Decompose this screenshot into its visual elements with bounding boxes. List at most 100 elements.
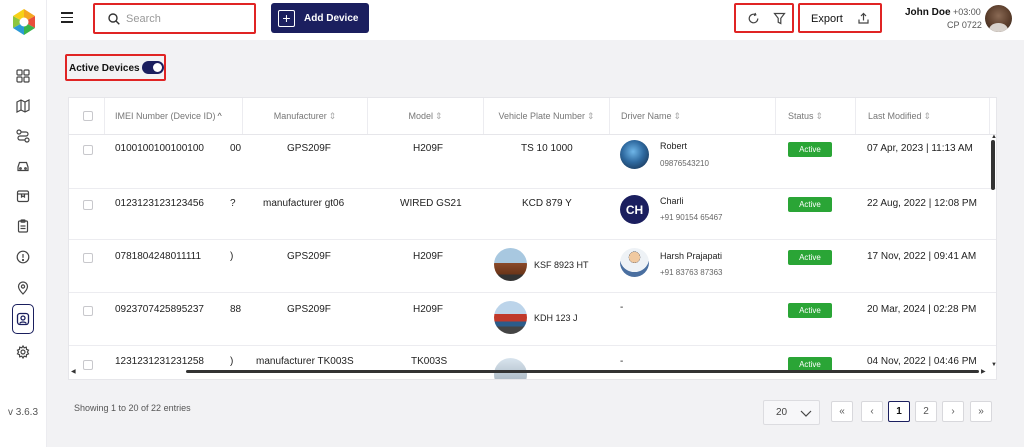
manufacturer-cell: manufacturer TK003S <box>256 356 354 367</box>
driver-name: - <box>620 302 624 313</box>
status-badge: Active <box>788 197 832 212</box>
vehicle-icon[interactable] <box>14 157 32 175</box>
user-code: CP 0722 <box>947 20 982 30</box>
driver-avatar <box>620 248 649 277</box>
vertical-scrollbar[interactable] <box>991 140 995 190</box>
row-checkbox[interactable] <box>83 253 93 263</box>
add-device-button[interactable]: + Add Device <box>271 3 369 33</box>
plus-icon: + <box>278 9 295 27</box>
column-header-driver[interactable]: Driver Name ⇕ <box>610 98 776 134</box>
driver-avatar <box>620 140 649 169</box>
table-row[interactable]: 0100100100100100 00 GPS209F H209F TS 10 … <box>69 135 996 189</box>
last-modified-cell: 17 Nov, 2022 | 09:41 AM <box>867 251 977 262</box>
driver-phone: 09876543210 <box>660 159 709 168</box>
clipped-cell: ) <box>230 251 234 262</box>
imei-cell: 1231231231231258 <box>115 356 204 367</box>
table-row[interactable]: 0123123123123456 ? manufacturer gt06 WIR… <box>69 186 996 240</box>
active-devices-label: Active Devices <box>69 63 140 74</box>
clipped-cell: ? <box>230 198 236 209</box>
refresh-icon[interactable] <box>747 12 760 25</box>
column-header-model[interactable]: Model ⇕ <box>368 98 484 134</box>
vehicle-image <box>494 301 527 334</box>
page-size-select[interactable]: 20 <box>763 400 820 425</box>
table-row[interactable]: 1231231231231258 ) manufacturer TK003S T… <box>69 346 996 379</box>
filter-icon[interactable] <box>773 12 786 25</box>
column-header-plate[interactable]: Vehicle Plate Number ⇕ <box>484 98 610 134</box>
last-modified-cell: 22 Aug, 2022 | 12:08 PM <box>867 198 977 209</box>
select-all-checkbox[interactable] <box>83 111 93 121</box>
status-badge: Active <box>788 303 832 318</box>
column-header-label: Model <box>408 111 433 121</box>
model-cell: H209F <box>413 143 444 154</box>
device-user-icon[interactable] <box>14 310 32 328</box>
row-checkbox[interactable] <box>83 360 93 370</box>
row-checkbox[interactable] <box>83 306 93 316</box>
horizontal-scrollbar[interactable] <box>186 370 979 373</box>
page-button-2[interactable]: 2 <box>915 401 937 422</box>
last-page-icon[interactable]: » <box>970 401 992 422</box>
search-placeholder: Search <box>126 13 161 25</box>
clipped-cell: 88 <box>230 304 242 315</box>
status-badge: Active <box>788 250 832 265</box>
column-header-status[interactable]: Status ⇕ <box>776 98 856 134</box>
prev-page-icon[interactable]: ‹ <box>861 401 883 422</box>
table-row[interactable]: 0923707425895237 88 GPS209F H209F KDH 12… <box>69 292 996 346</box>
export-label: Export <box>811 13 843 25</box>
active-devices-toggle[interactable] <box>142 61 164 74</box>
column-header-label: Manufacturer <box>273 111 327 121</box>
user-name: John Doe <box>905 7 951 18</box>
plate-cell: KCD 879 Y <box>522 198 572 209</box>
header-checkbox-cell <box>69 98 105 134</box>
column-header-manufacturer[interactable]: Manufacturer ⇕ <box>243 98 368 134</box>
row-checkbox[interactable] <box>83 145 93 155</box>
manufacturer-cell: manufacturer gt06 <box>263 198 345 209</box>
last-modified-cell: 07 Apr, 2023 | 11:13 AM <box>867 143 973 154</box>
next-page-icon[interactable]: › <box>942 401 964 422</box>
imei-cell: 0123123123123456 <box>115 198 204 209</box>
clipboard-icon[interactable] <box>14 217 32 235</box>
clipped-cell: 00 <box>230 143 242 154</box>
driver-name: - <box>620 356 624 367</box>
manufacturer-cell: GPS209F <box>287 304 331 315</box>
row-checkbox[interactable] <box>83 200 93 210</box>
column-header-imei[interactable]: IMEI Number (Device ID) ^ <box>105 98 243 134</box>
dashboard-icon[interactable] <box>14 67 32 85</box>
last-modified-cell: 20 Mar, 2024 | 02:28 PM <box>867 304 977 315</box>
last-modified-cell: 04 Nov, 2022 | 04:46 PM <box>867 356 977 367</box>
scroll-down-icon[interactable]: ▼ <box>991 362 996 368</box>
first-page-icon[interactable]: « <box>831 401 853 422</box>
column-header-label: Vehicle Plate Number <box>498 111 585 121</box>
table-row[interactable]: 0781804248011111 ) GPS209F H209F KSF 892… <box>69 239 996 293</box>
menu-icon[interactable] <box>61 12 73 23</box>
column-header-last-modified[interactable]: Last Modified ⇕ <box>856 98 990 134</box>
export-button[interactable]: Export <box>798 3 882 33</box>
imei-cell: 0923707425895237 <box>115 304 204 315</box>
vehicle-image <box>494 358 527 379</box>
page-button-1[interactable]: 1 <box>888 401 910 422</box>
plate-cell: TS 10 1000 <box>521 143 573 154</box>
alert-icon[interactable] <box>14 248 32 266</box>
location-pin-icon[interactable] <box>14 279 32 297</box>
user-avatar[interactable] <box>985 5 1012 32</box>
app-logo-icon[interactable] <box>9 7 39 37</box>
devices-table: IMEI Number (Device ID) ^ Manufacturer ⇕ M… <box>68 97 997 380</box>
column-header-label: Driver Name <box>621 111 672 121</box>
model-cell: H209F <box>413 251 444 262</box>
clipped-cell: ) <box>230 356 234 367</box>
box-icon[interactable] <box>14 187 32 205</box>
active-devices-filter: Active Devices <box>65 54 166 81</box>
search-input[interactable]: Search <box>93 3 256 34</box>
vehicle-image <box>494 248 527 281</box>
sidebar: v 3.6.3 <box>0 0 47 447</box>
settings-icon[interactable] <box>14 343 32 361</box>
scroll-right-icon[interactable]: ▶ <box>981 368 986 375</box>
driver-phone: +91 83763 87363 <box>660 268 723 277</box>
model-cell: WIRED GS21 <box>400 198 462 209</box>
map-icon[interactable] <box>14 97 32 115</box>
chevron-down-icon <box>800 410 812 417</box>
model-cell: TK003S <box>411 356 448 367</box>
scroll-left-icon[interactable]: ◀ <box>71 368 76 375</box>
driver-name: Charli <box>660 196 684 206</box>
driver-avatar-initials: CH <box>620 195 649 224</box>
route-icon[interactable] <box>14 127 32 145</box>
